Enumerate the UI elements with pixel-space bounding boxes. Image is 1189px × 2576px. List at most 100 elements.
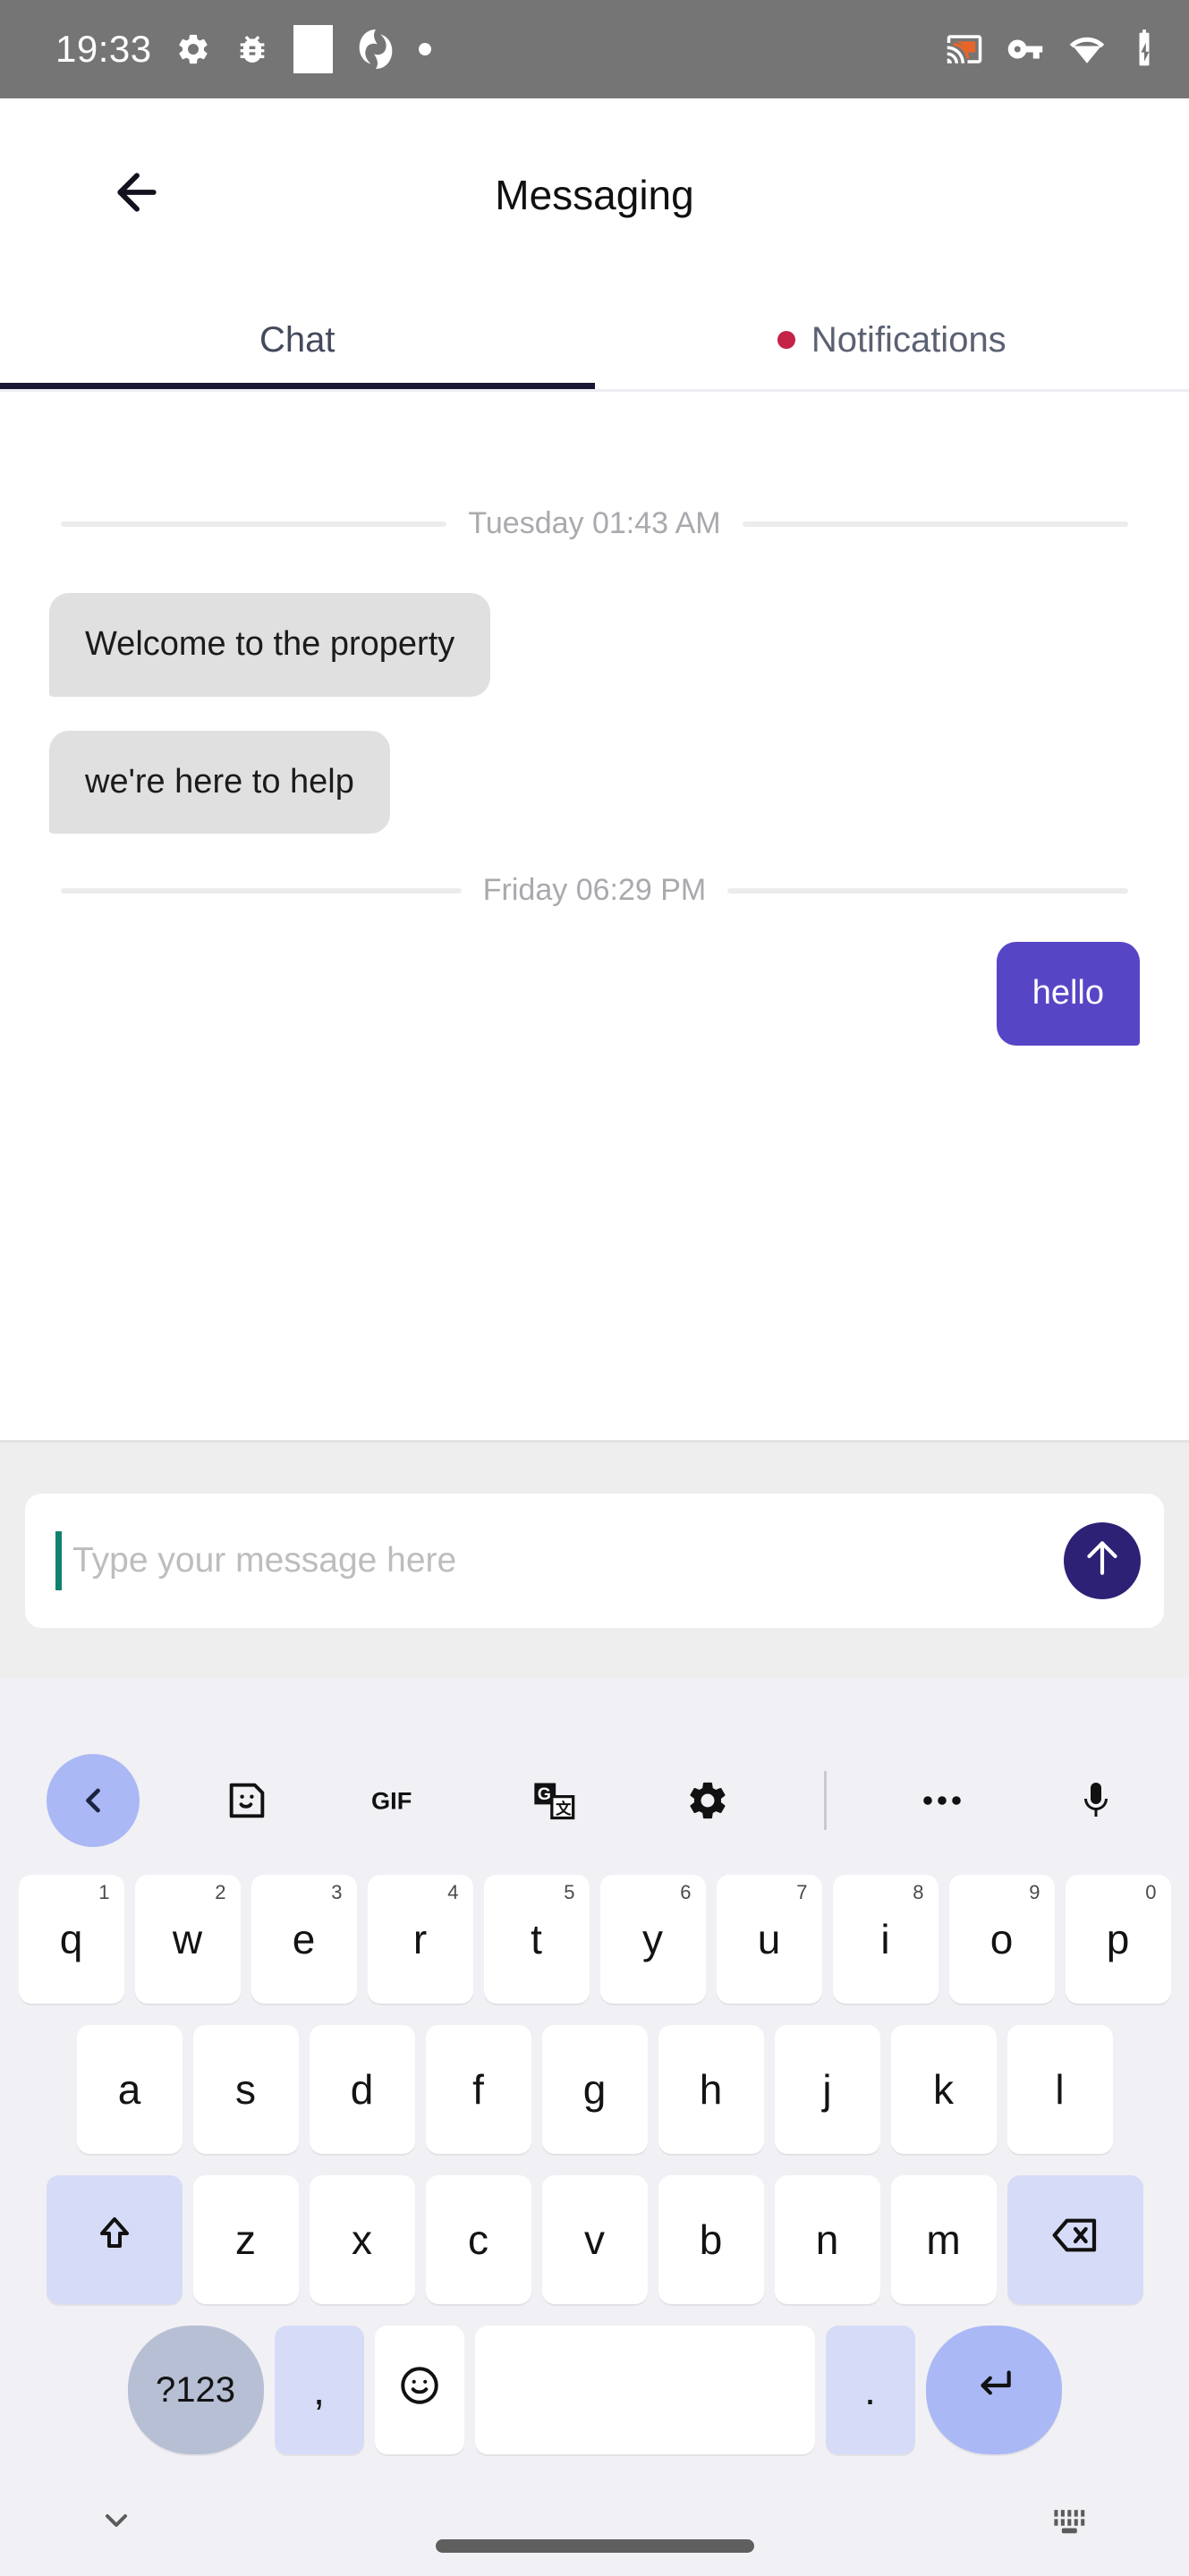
key-f[interactable]: f xyxy=(425,2025,531,2154)
home-indicator[interactable] xyxy=(435,2539,754,2553)
key-n[interactable]: n xyxy=(774,2175,880,2304)
emoji-icon xyxy=(397,2363,442,2418)
key-label: l xyxy=(1055,2066,1065,2113)
key-s[interactable]: s xyxy=(192,2025,299,2154)
date-divider-friday: Friday 06:29 PM xyxy=(61,873,1129,908)
divider-line-right xyxy=(742,521,1128,527)
symbols-key[interactable]: ?123 xyxy=(127,2326,264,2454)
toolbar-divider xyxy=(823,1771,827,1830)
tab-bar: Chat Notifications xyxy=(0,291,1189,389)
backspace-icon xyxy=(1050,2216,1100,2265)
enter-key[interactable] xyxy=(925,2326,1062,2454)
key-m[interactable]: m xyxy=(890,2175,997,2304)
arrow-up-icon xyxy=(1080,1536,1125,1585)
key-label: , xyxy=(313,2367,325,2413)
chat-thread[interactable]: Tuesday 01:43 AM Welcome to the property… xyxy=(0,392,1189,1440)
key-label: s xyxy=(235,2066,256,2113)
emoji-key[interactable] xyxy=(374,2326,464,2454)
key-c[interactable]: c xyxy=(425,2175,531,2304)
enter-icon xyxy=(972,2363,1016,2418)
hide-keyboard-button[interactable] xyxy=(98,2503,134,2543)
key-label: d xyxy=(350,2066,374,2113)
key-label: a xyxy=(117,2066,141,2113)
more-dots-icon[interactable] xyxy=(896,1754,989,1847)
send-button[interactable] xyxy=(1064,1521,1141,1599)
key-w[interactable]: 2w xyxy=(134,1875,241,2004)
space-key[interactable] xyxy=(474,2326,815,2454)
date-divider-label: Friday 06:29 PM xyxy=(482,873,707,907)
key-label: j xyxy=(822,2066,832,2113)
key-label: t xyxy=(531,1916,542,1962)
tab-notifications[interactable]: Notifications xyxy=(595,291,1189,389)
key-d[interactable]: d xyxy=(309,2025,415,2154)
key-k[interactable]: k xyxy=(890,2025,997,2154)
keyboard-switch-icon xyxy=(1051,2504,1091,2541)
status-bar-left: 19:33 xyxy=(55,25,431,73)
message-bubble-incoming[interactable]: Welcome to the property xyxy=(49,593,491,697)
key-a[interactable]: a xyxy=(76,2025,183,2154)
battery-charging-icon xyxy=(1130,30,1159,69)
notifications-badge-dot xyxy=(777,331,795,349)
message-row: Welcome to the property xyxy=(49,593,1140,697)
white-square-icon xyxy=(293,25,333,73)
back-button[interactable] xyxy=(106,164,168,226)
keyboard-rows: 1q 2w 3e 4r 5t 6y 7u 8i 9o 0p a s d f g … xyxy=(0,1868,1189,2469)
key-z[interactable]: z xyxy=(192,2175,299,2304)
message-input-placeholder: Type your message here xyxy=(72,1540,457,1580)
keyboard-row-1: 1q 2w 3e 4r 5t 6y 7u 8i 9o 0p xyxy=(7,1868,1182,2018)
date-divider-label: Tuesday 01:43 AM xyxy=(468,506,721,540)
key-label: x xyxy=(352,2216,372,2263)
key-p[interactable]: 0p xyxy=(1065,1875,1171,2004)
gif-icon[interactable]: GIF xyxy=(353,1754,446,1847)
key-i[interactable]: 8i xyxy=(832,1875,938,2004)
key-label: ?123 xyxy=(156,2369,235,2410)
key-b[interactable]: b xyxy=(658,2175,764,2304)
key-label: w xyxy=(172,1916,203,1962)
key-label: u xyxy=(757,1916,781,1962)
key-y[interactable]: 6y xyxy=(599,1875,706,2004)
message-bubble-incoming[interactable]: we're here to help xyxy=(49,730,390,834)
key-label: m xyxy=(926,2216,961,2263)
shift-key[interactable] xyxy=(46,2175,183,2304)
comma-key[interactable]: , xyxy=(274,2326,364,2454)
message-bubble-outgoing[interactable]: hello xyxy=(996,942,1140,1046)
vpn-key-icon xyxy=(1006,30,1044,68)
key-o[interactable]: 9o xyxy=(948,1875,1055,2004)
key-label: q xyxy=(59,1916,83,1962)
chevron-left-icon[interactable] xyxy=(47,1754,140,1847)
key-e[interactable]: 3e xyxy=(251,1875,357,2004)
system-navigation-bar xyxy=(0,2469,1189,2576)
message-input[interactable]: Type your message here xyxy=(25,1493,1164,1628)
key-j[interactable]: j xyxy=(774,2025,880,2154)
page-title: Messaging xyxy=(495,171,694,218)
backspace-key[interactable] xyxy=(1006,2175,1143,2304)
key-h[interactable]: h xyxy=(658,2025,764,2154)
dot-icon xyxy=(418,43,431,55)
key-v[interactable]: v xyxy=(541,2175,648,2304)
key-hint: 1 xyxy=(98,1881,110,1903)
key-l[interactable]: l xyxy=(1006,2025,1113,2154)
keyboard-row-3: z x c v b n m xyxy=(7,2168,1182,2318)
tab-chat[interactable]: Chat xyxy=(0,291,595,389)
message-row: hello xyxy=(49,942,1140,1046)
translate-icon[interactable]: G文 xyxy=(507,1754,600,1847)
keyboard-row-2: a s d f g h j k l xyxy=(7,2018,1182,2168)
cast-icon xyxy=(946,30,983,68)
sticker-icon[interactable] xyxy=(200,1754,293,1847)
key-r[interactable]: 4r xyxy=(367,1875,473,2004)
wifi-icon xyxy=(1067,30,1107,68)
key-label: i xyxy=(880,1916,890,1962)
divider-line-left xyxy=(61,887,462,894)
key-q[interactable]: 1q xyxy=(18,1875,124,2004)
key-u[interactable]: 7u xyxy=(716,1875,822,2004)
period-key[interactable]: . xyxy=(825,2326,915,2454)
key-t[interactable]: 5t xyxy=(483,1875,590,2004)
key-g[interactable]: g xyxy=(541,2025,648,2154)
keyboard-switch-button[interactable] xyxy=(1051,2504,1091,2541)
keyboard-toolbar: GIF G文 xyxy=(0,1733,1189,1868)
microphone-icon[interactable] xyxy=(1049,1754,1142,1847)
arrow-left-icon xyxy=(108,164,166,225)
shift-icon xyxy=(93,2214,136,2267)
key-x[interactable]: x xyxy=(309,2175,415,2304)
gear-icon[interactable] xyxy=(661,1754,754,1847)
